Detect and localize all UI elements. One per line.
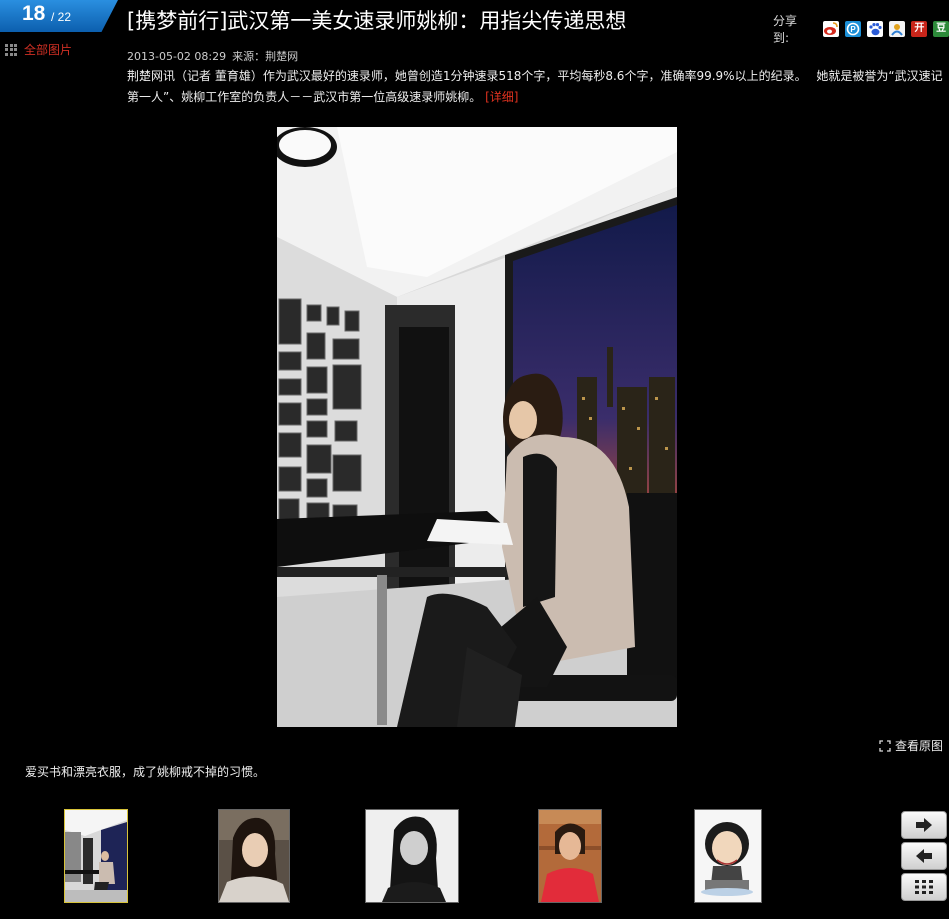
photo-caption: 爱买书和漂亮衣服，成了姚柳戒不掉的习惯。 (25, 765, 266, 779)
thumbnail-2[interactable] (218, 809, 290, 903)
thumbnail-1[interactable] (64, 809, 128, 903)
total-photo-count: / 22 (51, 10, 72, 24)
renren-icon[interactable] (889, 21, 906, 37)
publish-date: 2013-05-02 08:29 (127, 50, 227, 63)
douban-icon[interactable]: 豆 (933, 21, 949, 37)
arrow-right-icon (916, 818, 932, 832)
page-title: [携梦前行]武汉第一美女速录师姚柳：用指尖传递思想 (127, 9, 627, 33)
photo-counter: 18 / 22 (0, 0, 118, 32)
weibo-icon[interactable] (823, 21, 840, 37)
kaixin-icon[interactable]: 开 (911, 21, 928, 37)
grid-view-button[interactable] (901, 873, 947, 901)
view-original-button[interactable]: 查看原图 (879, 737, 943, 754)
grid-icon (915, 880, 933, 894)
svg-text:P: P (851, 25, 857, 34)
thumbnail-3[interactable] (365, 809, 459, 903)
article-description: 荆楚网讯（记者 董育雄）作为武汉最好的速录师，她曾创造1分钟速录518个字，平均… (127, 66, 947, 108)
view-original-label: 查看原图 (895, 739, 944, 753)
arrow-left-icon (916, 849, 932, 863)
source: 来源：荆楚网 (232, 50, 299, 63)
current-photo-number: 18 (22, 2, 46, 25)
qzone-icon[interactable]: P (845, 21, 862, 37)
description-text: 荆楚网讯（记者 董育雄）作为武汉最好的速录师，她曾创造1分钟速录518个字，平均… (127, 69, 943, 104)
grid-icon (5, 43, 17, 56)
share-label: 分享到: (773, 14, 798, 45)
previous-button[interactable] (901, 842, 947, 870)
all-pictures-link[interactable]: 全部图片 (5, 41, 72, 58)
thumbnail-4[interactable] (538, 809, 602, 903)
detail-link[interactable]: [详细] (485, 90, 518, 104)
next-button[interactable] (901, 811, 947, 839)
all-pictures-label: 全部图片 (24, 43, 73, 57)
thumbnail-5[interactable] (694, 809, 762, 903)
share-bar: 分享到: P 开 豆 (773, 12, 949, 46)
baidu-icon[interactable] (867, 21, 884, 37)
main-photo[interactable] (277, 127, 677, 727)
fullscreen-icon (879, 739, 891, 752)
article-meta: 2013-05-02 08:29 来源：荆楚网 (127, 48, 304, 64)
